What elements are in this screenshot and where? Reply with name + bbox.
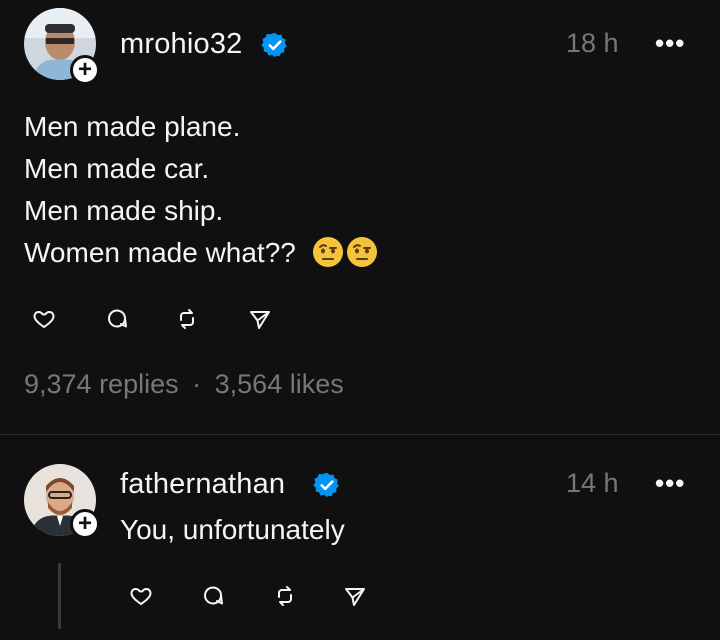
repost-icon[interactable] [175,307,199,331]
share-send-icon[interactable] [248,307,272,331]
username[interactable]: fathernathan [120,468,285,501]
verified-badge-icon [261,32,287,58]
reply-comment-icon[interactable] [201,584,225,608]
reply-text: You, unfortunately [120,514,345,545]
like-heart-icon[interactable] [129,584,153,608]
reply-comment-icon[interactable] [105,307,129,331]
share-send-icon[interactable] [343,584,367,608]
post-line: Men made plane. [24,111,241,142]
post-line: Men made car. [24,153,210,184]
more-options-icon[interactable]: ••• [655,468,685,499]
raised-eyebrow-emoji-icon [346,237,377,267]
post-line: Women made what?? [24,237,296,268]
replies-count[interactable]: 9,374 replies [24,369,179,399]
like-heart-icon[interactable] [32,307,56,331]
thread-line [58,563,61,629]
follow-plus-icon[interactable]: + [70,55,100,85]
post-stats: 9,374 replies · 3,564 likes [24,369,344,400]
post-line: Men made ship. [24,195,224,226]
raised-eyebrow-emoji-icon [312,237,343,267]
post-text: Men made plane. Men made car. Men made s… [24,106,378,274]
post-timestamp: 18 h [566,28,619,58]
main-post: + mrohio32 18 h ••• Men made plane. Men … [0,0,720,434]
reply-post: + fathernathan 14 h ••• You, unfortunate… [0,435,720,640]
reply-timestamp: 14 h [566,468,619,498]
likes-count[interactable]: 3,564 likes [215,369,344,399]
username[interactable]: mrohio32 [120,28,243,61]
repost-icon[interactable] [273,584,297,608]
more-options-icon[interactable]: ••• [655,28,685,59]
stats-separator: · [192,369,202,399]
follow-plus-icon[interactable]: + [70,509,100,539]
verified-badge-icon [313,472,339,498]
